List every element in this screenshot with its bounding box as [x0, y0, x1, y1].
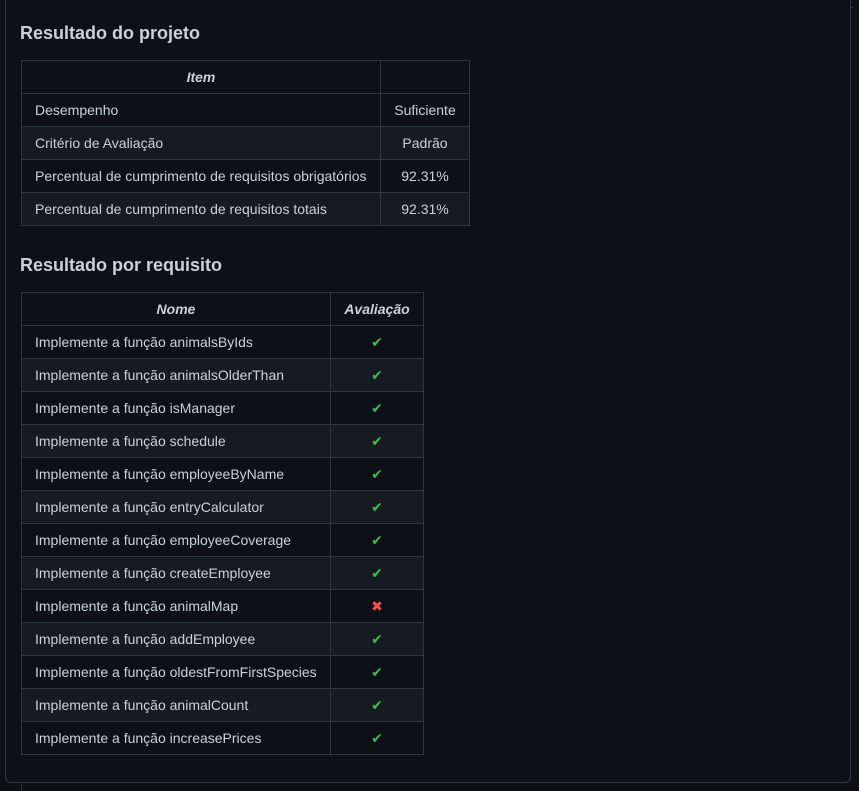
- requirement-name-cell: Implemente a função increasePrices: [21, 721, 331, 755]
- project-result-table: Item Desempenho Suficiente Critério de Ava…: [21, 60, 470, 226]
- evaluation-cell: ✔: [330, 556, 424, 590]
- table-row: Implemente a função animalMap ✖: [21, 589, 424, 623]
- requirement-name-cell: Implemente a função animalsByIds: [21, 325, 331, 359]
- column-header-item: Item: [21, 60, 381, 94]
- requirement-name-cell: Implemente a função employeeCoverage: [21, 523, 331, 557]
- value-cell: 92.31%: [380, 192, 470, 226]
- value-cell: Suficiente: [380, 93, 470, 127]
- evaluation-cell: ✔: [330, 490, 424, 524]
- requirement-name-cell: Implemente a função animalCount: [21, 688, 331, 722]
- cross-mark-icon: ✖: [371, 598, 383, 614]
- table-row: Implemente a função increasePrices ✔: [21, 721, 424, 755]
- requirement-name-cell: Implemente a função animalsOlderThan: [21, 358, 331, 392]
- requirement-name-cell: Implemente a função entryCalculator: [21, 490, 331, 524]
- check-mark-icon: ✔: [371, 664, 383, 680]
- check-mark-icon: ✔: [371, 400, 383, 416]
- table-header-row: Item: [21, 60, 470, 94]
- requirement-name-cell: Implemente a função addEmployee: [21, 622, 331, 656]
- table-row: Implemente a função animalsOlderThan ✔: [21, 358, 424, 392]
- value-cell: 92.31%: [380, 159, 470, 193]
- check-mark-icon: ✔: [371, 466, 383, 482]
- evaluation-cell: ✖: [330, 589, 424, 623]
- check-mark-icon: ✔: [371, 730, 383, 746]
- section-title-projeto: Resultado do projeto: [20, 23, 200, 43]
- timeline-line: [21, 784, 22, 791]
- check-mark-icon: ✔: [371, 532, 383, 548]
- value-cell: Padrão: [380, 126, 470, 160]
- column-header-avaliacao: Avaliação: [330, 292, 424, 326]
- requirement-name-cell: Implemente a função employeeByName: [21, 457, 331, 491]
- requirement-result-table: Nome Avaliação Implemente a função anima…: [21, 292, 424, 755]
- table-row: Implemente a função animalCount ✔: [21, 688, 424, 722]
- table-header-row: Nome Avaliação: [21, 292, 424, 326]
- evaluation-cell: ✔: [330, 358, 424, 392]
- requirement-name-cell: Implemente a função isManager: [21, 391, 331, 425]
- section-title-requisito: Resultado por requisito: [20, 255, 223, 275]
- item-cell: Critério de Avaliação: [21, 126, 381, 160]
- table-row: Implemente a função employeeByName ✔: [21, 457, 424, 491]
- item-cell: Percentual de cumprimento de requisitos …: [21, 159, 381, 193]
- evaluation-cell: ✔: [330, 655, 424, 689]
- check-mark-icon: ✔: [371, 499, 383, 515]
- requirement-name-cell: Implemente a função oldestFromFirstSpeci…: [21, 655, 331, 689]
- column-header-value: [380, 60, 470, 94]
- table-row: Implemente a função createEmployee ✔: [21, 556, 424, 590]
- requirement-name-cell: Implemente a função schedule: [21, 424, 331, 458]
- table-row: Implemente a função entryCalculator ✔: [21, 490, 424, 524]
- check-mark-icon: ✔: [371, 697, 383, 713]
- table-row: Desempenho Suficiente: [21, 93, 470, 127]
- evaluation-cell: ✔: [330, 325, 424, 359]
- evaluation-cell: ✔: [330, 391, 424, 425]
- evaluation-cell: ✔: [330, 721, 424, 755]
- evaluation-cell: ✔: [330, 688, 424, 722]
- requirement-name-cell: Implemente a função createEmployee: [21, 556, 331, 590]
- table-row: Percentual de cumprimento de requisitos …: [21, 192, 470, 226]
- evaluation-cell: ✔: [330, 457, 424, 491]
- item-cell: Desempenho: [21, 93, 381, 127]
- evaluation-cell: ✔: [330, 424, 424, 458]
- item-cell: Percentual de cumprimento de requisitos …: [21, 192, 381, 226]
- table-row: Implemente a função animalsByIds ✔: [21, 325, 424, 359]
- table-row: Percentual de cumprimento de requisitos …: [21, 159, 470, 193]
- check-mark-icon: ✔: [371, 334, 383, 350]
- table-row: Critério de Avaliação Padrão: [21, 126, 470, 160]
- column-header-nome: Nome: [21, 292, 331, 326]
- table-row: Implemente a função employeeCoverage ✔: [21, 523, 424, 557]
- check-mark-icon: ✔: [371, 565, 383, 581]
- table-row: Implemente a função schedule ✔: [21, 424, 424, 458]
- check-mark-icon: ✔: [371, 631, 383, 647]
- check-mark-icon: ✔: [371, 367, 383, 383]
- table-row: Implemente a função isManager ✔: [21, 391, 424, 425]
- requirement-name-cell: Implemente a função animalMap: [21, 589, 331, 623]
- check-mark-icon: ✔: [371, 433, 383, 449]
- evaluation-cell: ✔: [330, 622, 424, 656]
- evaluation-cell: ✔: [330, 523, 424, 557]
- table-row: Implemente a função addEmployee ✔: [21, 622, 424, 656]
- table-row: Implemente a função oldestFromFirstSpeci…: [21, 655, 424, 689]
